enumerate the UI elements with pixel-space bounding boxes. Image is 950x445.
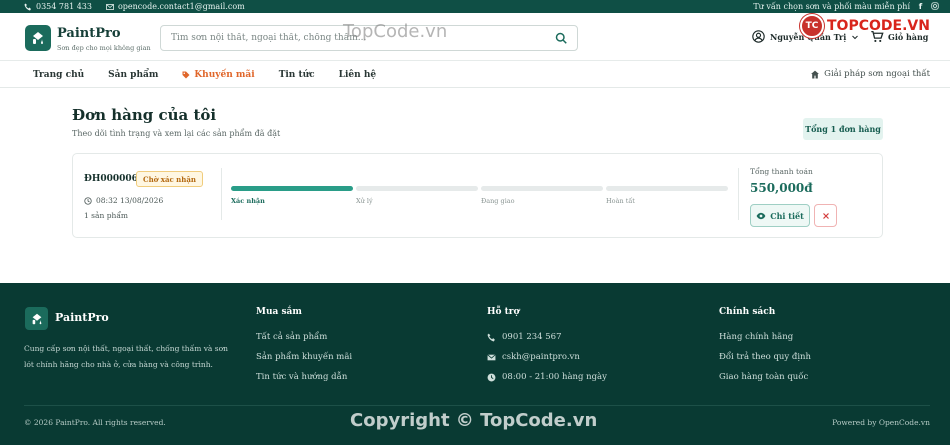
status-badge: Chờ xác nhận bbox=[136, 171, 203, 187]
topbar-phone-text: 0354 781 433 bbox=[36, 2, 92, 11]
step-label: Xử lý bbox=[356, 197, 373, 205]
order-card: ĐH000006 Chờ xác nhận 08:32 13/08/2026 1… bbox=[72, 153, 883, 238]
orders-page: Đơn hàng của tôi Theo dõi tình trạng và … bbox=[0, 88, 950, 283]
watermark-top: TopCode.vn bbox=[343, 21, 448, 42]
footer-phone[interactable]: 0901 234 567 bbox=[487, 327, 607, 347]
facebook-icon[interactable]: f bbox=[916, 2, 925, 11]
instagram-icon[interactable] bbox=[931, 2, 940, 11]
step-processing: Xử lý bbox=[356, 186, 478, 205]
footer-link[interactable]: Tin tức và hướng dẫn bbox=[256, 367, 352, 387]
footer-powered-by[interactable]: Powered by OpenCode.vn bbox=[832, 418, 930, 427]
topbar-email-text: opencode.contact1@gmail.com bbox=[117, 2, 245, 11]
phone-icon bbox=[24, 3, 31, 10]
footer-hours: 08:00 - 21:00 hàng ngày bbox=[487, 367, 607, 387]
total-value: 550,000đ bbox=[750, 181, 813, 195]
logo-icon[interactable] bbox=[25, 25, 51, 51]
order-id: ĐH000006 bbox=[84, 174, 138, 184]
brand-name[interactable]: PaintPro bbox=[57, 26, 121, 41]
divider bbox=[738, 168, 739, 220]
topbar-email[interactable]: opencode.contact1@gmail.com bbox=[106, 2, 245, 11]
tag-icon bbox=[182, 71, 190, 78]
solution-text: Giải pháp sơn ngoại thất bbox=[824, 69, 930, 79]
footer-link[interactable]: Giao hàng toàn quốc bbox=[719, 367, 811, 387]
clock-icon bbox=[487, 373, 496, 381]
step-bar bbox=[231, 186, 353, 191]
footer-col-policy: Chính sách Hàng chính hãng Đổi trả theo … bbox=[719, 307, 811, 387]
footer-email[interactable]: cskh@paintpro.vn bbox=[487, 347, 607, 367]
divider bbox=[221, 168, 222, 220]
step-confirm: Xác nhận bbox=[231, 186, 353, 205]
nav-products[interactable]: Sản phẩm bbox=[108, 70, 158, 80]
step-label: Hoàn tất bbox=[606, 197, 635, 205]
clock-icon bbox=[84, 196, 92, 205]
nav-home[interactable]: Trang chủ bbox=[33, 70, 84, 80]
footer-link[interactable]: Tất cả sản phẩm bbox=[256, 327, 352, 347]
footer-col-title: Mua sắm bbox=[256, 307, 302, 317]
footer-hours-text: 08:00 - 21:00 hàng ngày bbox=[502, 372, 607, 382]
footer-email-text: cskh@paintpro.vn bbox=[502, 352, 580, 362]
topcode-badge: TC TOPCODE.VN bbox=[800, 14, 930, 38]
brand-tagline: Sơn đẹp cho mọi không gian bbox=[57, 44, 151, 52]
nav-promotions[interactable]: Khuyến mãi bbox=[182, 69, 255, 80]
cancel-order-button[interactable] bbox=[814, 204, 837, 227]
footer-link[interactable]: Sản phẩm khuyến mãi bbox=[256, 347, 352, 367]
phone-icon bbox=[487, 333, 495, 341]
footer-col-title: Chính sách bbox=[719, 307, 776, 317]
footer-link[interactable]: Hàng chính hãng bbox=[719, 327, 811, 347]
order-item-count: 1 sản phẩm bbox=[84, 211, 129, 220]
order-detail-label: Chi tiết bbox=[770, 210, 804, 221]
order-time-text: 08:32 13/08/2026 bbox=[96, 196, 164, 205]
step-label: Đang giao bbox=[481, 197, 515, 205]
total-label: Tổng thanh toán bbox=[750, 167, 813, 176]
top-bar: 0354 781 433 opencode.contact1@gmail.com… bbox=[0, 0, 950, 13]
user-icon bbox=[752, 30, 765, 43]
step-bar bbox=[606, 186, 728, 191]
step-bar bbox=[481, 186, 603, 191]
step-bar bbox=[356, 186, 478, 191]
footer-col-support: Hỗ trợ 0901 234 567 cskh@paintpro.vn 08:… bbox=[487, 307, 607, 387]
search-icon[interactable] bbox=[555, 32, 567, 44]
footer-divider bbox=[24, 405, 930, 406]
step-label: Xác nhận bbox=[231, 197, 265, 205]
footer-copyright: © 2026 PaintPro. All rights reserved. bbox=[24, 418, 166, 427]
topbar-advice: Tư vấn chọn sơn và phối màu miễn phí bbox=[753, 2, 910, 11]
total-orders-badge: Tổng 1 đơn hàng bbox=[803, 118, 883, 140]
step-done: Hoàn tất bbox=[606, 186, 728, 205]
page-subtitle: Theo dõi tình trạng và xem lại các sản p… bbox=[72, 129, 281, 138]
footer-link[interactable]: Đổi trả theo quy định bbox=[719, 347, 811, 367]
topcode-logo-icon: TC bbox=[800, 14, 824, 38]
eye-icon bbox=[756, 212, 766, 219]
home-icon bbox=[811, 70, 820, 78]
watermark-bottom: Copyright © TopCode.vn bbox=[350, 410, 598, 431]
nav-news[interactable]: Tin tức bbox=[279, 70, 315, 80]
footer-description: Cung cấp sơn nội thất, ngoại thất, chống… bbox=[24, 344, 228, 369]
nav-contact[interactable]: Liên hệ bbox=[339, 70, 376, 80]
order-time: 08:32 13/08/2026 bbox=[84, 196, 163, 205]
nav-promotions-label: Khuyến mãi bbox=[194, 69, 255, 80]
order-detail-button[interactable]: Chi tiết bbox=[750, 204, 810, 227]
mail-icon bbox=[487, 353, 496, 360]
footer-logo-icon[interactable] bbox=[25, 307, 48, 330]
footer-col-title: Hỗ trợ bbox=[487, 307, 520, 317]
close-icon bbox=[822, 212, 829, 219]
step-shipping: Đang giao bbox=[481, 186, 603, 205]
main-nav: Trang chủ Sản phẩm Khuyến mãi Tin tức Li… bbox=[0, 62, 950, 88]
footer-brand[interactable]: PaintPro bbox=[55, 311, 109, 324]
page-title: Đơn hàng của tôi bbox=[72, 106, 217, 124]
topcode-badge-text: TOPCODE.VN bbox=[827, 18, 930, 34]
mail-icon bbox=[106, 3, 114, 10]
footer-col-shopping: Mua sắm Tất cả sản phẩm Sản phẩm khuyến … bbox=[256, 307, 352, 387]
order-progress: Xác nhận Xử lý Đang giao Hoàn tất bbox=[231, 186, 729, 208]
solution-link[interactable]: Giải pháp sơn ngoại thất bbox=[810, 69, 930, 79]
footer-phone-text: 0901 234 567 bbox=[502, 332, 562, 342]
topbar-phone[interactable]: 0354 781 433 bbox=[24, 2, 92, 11]
